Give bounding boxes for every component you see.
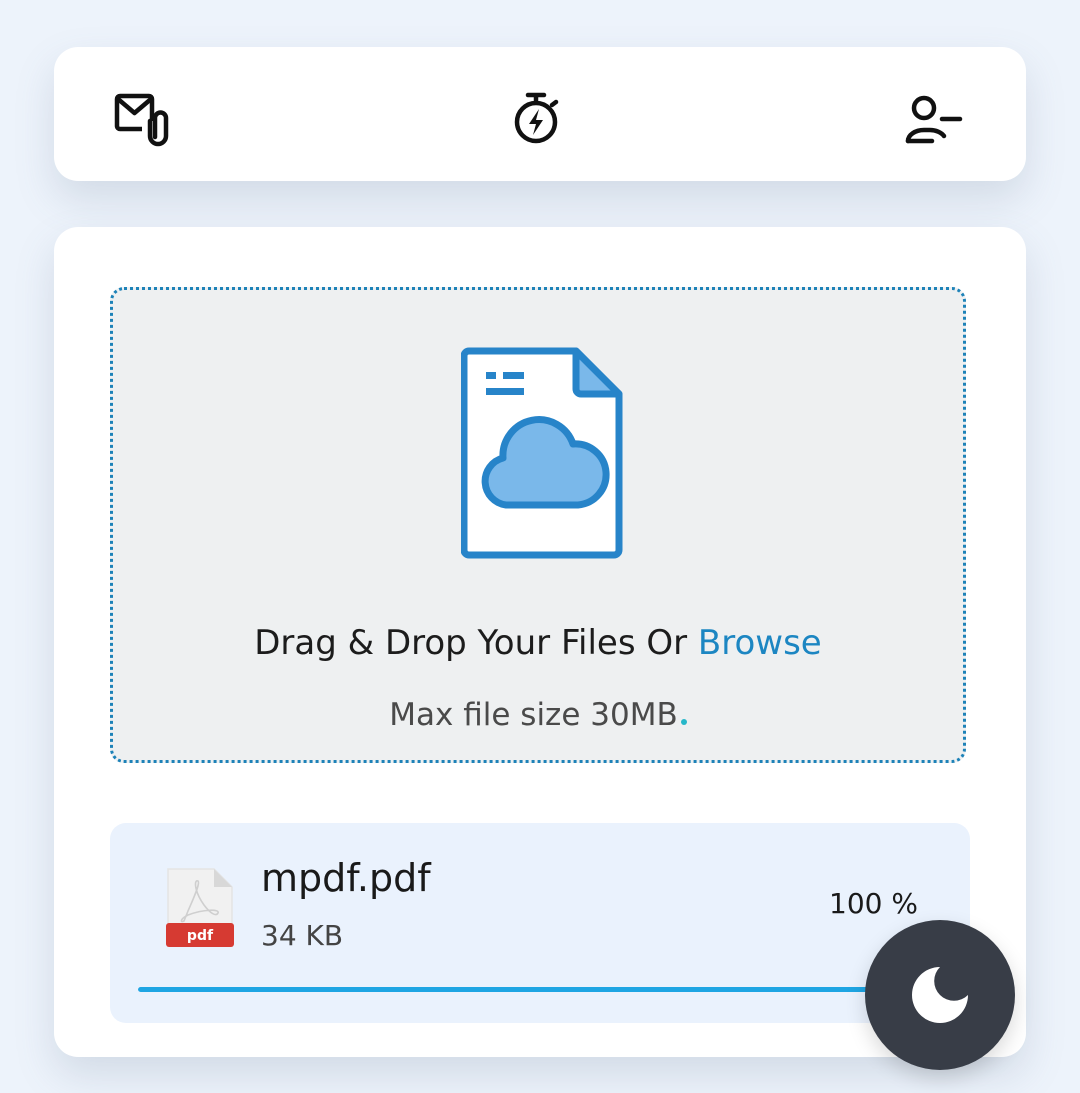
file-name: mpdf.pdf: [261, 856, 431, 900]
moon-icon: [912, 967, 968, 1023]
pdf-badge-label: pdf: [187, 928, 214, 944]
stopwatch-flash-icon[interactable]: [506, 91, 566, 147]
dropzone-title: Drag & Drop Your Files Or Browse: [113, 623, 963, 663]
upload-progress-fill: [138, 987, 942, 992]
max-size-text: Max file size 30MB: [389, 697, 678, 733]
mail-attachment-icon[interactable]: [112, 91, 172, 147]
uploaded-file-item: pdf mpdf.pdf 34 KB 100 %: [110, 823, 970, 1023]
max-size-note: Max file size 30MB: [113, 697, 963, 733]
user-remove-icon[interactable]: [904, 91, 964, 147]
dropzone-title-text: Drag & Drop Your Files Or: [254, 623, 698, 663]
upload-percentage: 100 %: [829, 887, 918, 920]
upload-progress-bar: [138, 987, 942, 992]
accent-dot: [680, 719, 687, 725]
file-size: 34 KB: [261, 919, 344, 952]
cloud-document-icon: [460, 345, 625, 565]
top-toolbar: [54, 47, 1026, 181]
pdf-file-icon: pdf: [166, 867, 234, 951]
upload-panel: Drag & Drop Your Files Or Browse Max fil…: [54, 227, 1026, 1057]
dark-mode-toggle-button[interactable]: [865, 920, 1015, 1070]
browse-link[interactable]: Browse: [698, 623, 822, 663]
file-dropzone[interactable]: Drag & Drop Your Files Or Browse Max fil…: [110, 287, 966, 763]
